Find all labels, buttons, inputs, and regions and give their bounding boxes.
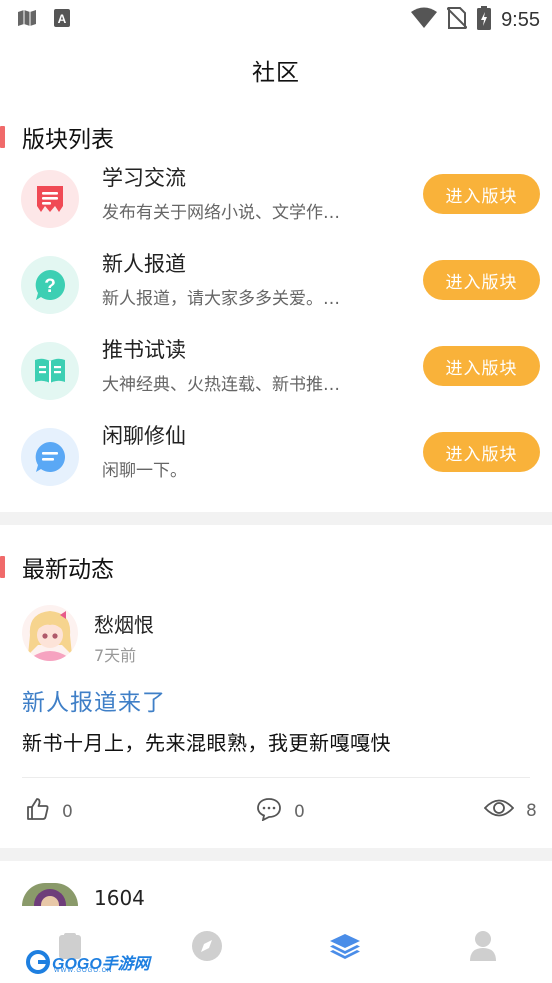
question-icon: ? [21, 256, 79, 314]
post-divider [22, 777, 530, 778]
board-name: 闲聊修仙 [102, 424, 186, 448]
gogo-logo-icon [26, 950, 50, 974]
board-desc: 新人报道，请大家多多关爱。… [102, 289, 340, 309]
svg-text:A: A [58, 12, 67, 26]
profile-icon [469, 930, 497, 966]
eye-icon [483, 797, 515, 824]
feed-section-header: 最新动态 [0, 552, 114, 583]
wifi-icon [411, 7, 438, 33]
enter-board-button[interactable]: 进入版块 [423, 260, 540, 300]
font-app-icon: A [54, 9, 70, 31]
avatar[interactable] [22, 605, 78, 661]
page-title: 社区 [252, 60, 300, 86]
enter-board-button[interactable]: 进入版块 [423, 174, 540, 214]
chat-icon [21, 428, 79, 486]
comment-icon [256, 797, 282, 826]
board-item-chat[interactable]: 闲聊修仙 闲聊一下。 进入版块 [0, 424, 552, 514]
map-icon [18, 10, 36, 30]
post-body: 新书十月上，先来混眼熟，我更新嘎嘎快 [22, 731, 391, 755]
board-desc: 发布有关于网络小说、文学作… [102, 203, 340, 223]
nav-community[interactable] [325, 928, 365, 968]
section-accent-bar [0, 126, 5, 148]
board-desc: 大神经典、火热连载、新书推… [102, 375, 340, 395]
battery-icon [477, 6, 492, 34]
community-icon [328, 930, 362, 966]
bottom-nav: GOGO手游网 WWW.GOGO.CN [0, 906, 552, 983]
comment-button[interactable]: 0 [256, 797, 305, 826]
board-desc: 闲聊一下。 [102, 461, 187, 481]
svg-text:?: ? [44, 276, 56, 297]
board-name: 新人报道 [102, 252, 186, 276]
watermark-logo: GOGO手游网 WWW.GOGO.CN [26, 950, 150, 974]
status-bar: A 9:55 [0, 0, 552, 38]
document-icon [21, 170, 79, 228]
nav-discover[interactable] [187, 928, 227, 968]
avatar[interactable] [22, 883, 78, 906]
post-title[interactable]: 新人报道来了 [22, 683, 166, 717]
post-separator [0, 848, 552, 861]
view-count: 8 [526, 800, 537, 821]
post-username[interactable]: 愁烟恨 [94, 609, 154, 638]
section-accent-bar [0, 556, 5, 578]
header: 社区 [0, 38, 552, 102]
enter-board-button[interactable]: 进入版块 [423, 432, 540, 472]
clock: 9:55 [501, 8, 540, 31]
like-count: 0 [62, 801, 73, 822]
views-stat: 8 [483, 797, 537, 824]
board-name: 推书试读 [102, 338, 186, 362]
discover-icon [191, 930, 223, 966]
boards-section-header: 版块列表 [0, 122, 114, 153]
board-item-book-recommend[interactable]: 推书试读 大神经典、火热连载、新书推… 进入版块 [0, 338, 552, 428]
like-button[interactable]: 0 [26, 797, 73, 826]
section-divider [0, 512, 552, 525]
comment-count: 0 [294, 801, 305, 822]
nav-profile[interactable] [463, 928, 503, 968]
book-icon [21, 342, 79, 400]
section-title: 最新动态 [22, 557, 114, 583]
board-item-study[interactable]: 学习交流 发布有关于网络小说、文学作… 进入版块 [0, 166, 552, 256]
thumbs-up-icon [26, 797, 50, 826]
no-sim-icon [446, 6, 468, 34]
enter-board-button[interactable]: 进入版块 [423, 346, 540, 386]
board-name: 学习交流 [102, 166, 186, 190]
board-item-newcomers[interactable]: ? 新人报道 新人报道，请大家多多关爱。… 进入版块 [0, 252, 552, 342]
section-title: 版块列表 [22, 127, 114, 153]
watermark-url: WWW.GOGO.CN [54, 968, 113, 974]
post-time: 7天前 [94, 646, 137, 665]
